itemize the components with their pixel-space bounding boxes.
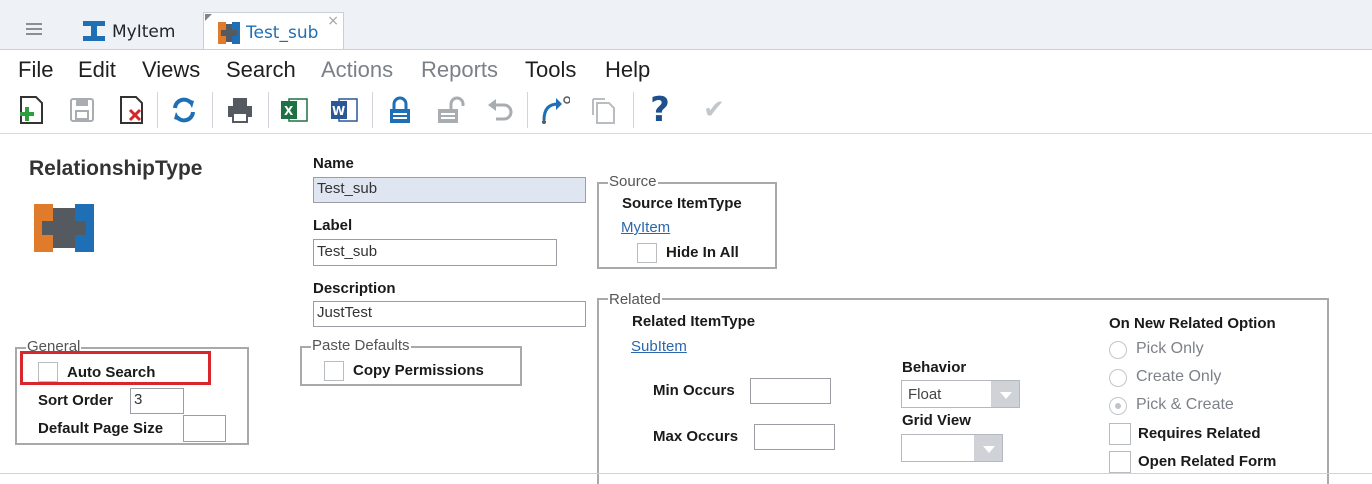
toolbar-separator	[527, 92, 528, 128]
delete-icon[interactable]	[116, 94, 148, 126]
max-occurs-input[interactable]	[754, 424, 835, 450]
label-label: Label	[313, 217, 353, 234]
hamburger-menu-icon[interactable]	[26, 23, 42, 35]
tab-label: Test_sub	[246, 23, 319, 43]
pick-only-radio[interactable]	[1109, 341, 1127, 359]
description-label: Description	[313, 280, 396, 297]
toolbar-separator	[372, 92, 373, 128]
behavior-select[interactable]: Float	[901, 380, 1020, 408]
menu-bar	[0, 50, 1372, 86]
help-glyph: ?	[650, 90, 670, 130]
svg-text:W: W	[332, 104, 345, 118]
default-page-size-label: Default Page Size	[38, 420, 164, 437]
open-related-form-label: Open Related Form	[1138, 453, 1277, 470]
save-icon[interactable]	[66, 94, 98, 126]
svg-text:X: X	[284, 104, 294, 118]
tab-label: MyItem	[112, 22, 176, 42]
lock-icon[interactable]	[384, 94, 416, 126]
auto-search-checkbox[interactable]	[38, 362, 58, 382]
check-glyph: ✔	[703, 95, 725, 125]
menu-tools[interactable]: Tools	[525, 57, 576, 83]
related-itemtype-label: Related ItemType	[632, 313, 756, 330]
hide-in-all-checkbox[interactable]	[637, 243, 657, 263]
toolbar-separator	[633, 92, 634, 128]
toolbar	[0, 87, 1372, 134]
menu-actions[interactable]: Actions	[321, 57, 393, 83]
unlock-icon[interactable]	[434, 94, 466, 126]
word-icon[interactable]: W	[328, 94, 360, 126]
relationshiptype-large-icon	[34, 204, 94, 252]
copy-permissions-checkbox[interactable]	[324, 361, 344, 381]
description-field[interactable]: JustTest	[313, 301, 586, 327]
name-field[interactable]: Test_sub	[313, 177, 586, 203]
pick-and-create-label: Pick & Create	[1136, 396, 1234, 413]
tab-test-sub[interactable]: Test_sub ×	[203, 12, 344, 49]
min-occurs-input[interactable]	[750, 378, 831, 404]
create-only-label: Create Only	[1136, 368, 1222, 385]
source-itemtype-label: Source ItemType	[622, 195, 742, 212]
itemtype-icon	[83, 21, 105, 41]
related-legend: Related	[608, 291, 662, 308]
menu-reports[interactable]: Reports	[421, 57, 498, 83]
behavior-label: Behavior	[902, 359, 967, 376]
max-occurs-label: Max Occurs	[653, 428, 739, 445]
chevron-down-icon[interactable]	[991, 381, 1019, 407]
menu-views[interactable]: Views	[142, 57, 200, 83]
copy-permissions-label: Copy Permissions	[353, 362, 484, 379]
auto-search-label: Auto Search	[67, 364, 156, 381]
menu-search[interactable]: Search	[226, 57, 296, 83]
sort-order-input[interactable]: 3	[130, 388, 184, 414]
grid-view-select[interactable]	[901, 434, 1003, 462]
relationshiptype-icon	[218, 22, 240, 44]
refresh-icon[interactable]	[168, 94, 200, 126]
menu-file[interactable]: File	[18, 57, 53, 83]
tab-myitem[interactable]: MyItem	[70, 12, 200, 49]
duplicate-icon[interactable]	[588, 94, 620, 126]
label-field[interactable]: Test_sub	[313, 239, 557, 266]
toolbar-separator	[157, 92, 158, 128]
source-itemtype-link[interactable]: MyItem	[621, 219, 670, 236]
behavior-value: Float	[908, 386, 942, 403]
pick-and-create-radio[interactable]	[1109, 397, 1127, 415]
print-icon[interactable]	[224, 94, 256, 126]
undo-icon[interactable]	[484, 94, 516, 126]
pick-only-label: Pick Only	[1136, 340, 1204, 357]
name-label: Name	[313, 155, 354, 172]
help-icon[interactable]: ?	[644, 90, 676, 130]
open-related-form-checkbox[interactable]	[1109, 451, 1131, 473]
page-title: RelationshipType	[29, 157, 203, 180]
new-icon[interactable]	[16, 94, 48, 126]
toolbar-separator	[268, 92, 269, 128]
excel-icon[interactable]: X	[278, 94, 310, 126]
bottom-divider	[0, 473, 1372, 474]
toolbar-separator	[212, 92, 213, 128]
min-occurs-label: Min Occurs	[653, 382, 735, 399]
source-legend: Source	[608, 173, 658, 190]
menu-edit[interactable]: Edit	[78, 57, 116, 83]
sort-order-label: Sort Order	[38, 392, 114, 409]
requires-related-label: Requires Related	[1138, 425, 1261, 442]
tab-corner-marker	[205, 14, 212, 21]
paste-defaults-legend: Paste Defaults	[311, 337, 411, 354]
default-page-size-input[interactable]	[183, 415, 226, 442]
done-icon[interactable]: ✔	[698, 94, 730, 126]
create-only-radio[interactable]	[1109, 369, 1127, 387]
chevron-down-icon[interactable]	[974, 435, 1002, 461]
requires-related-checkbox[interactable]	[1109, 423, 1131, 445]
on-new-related-option-label: On New Related Option	[1109, 315, 1276, 332]
hide-in-all-label: Hide In All	[666, 244, 739, 261]
related-itemtype-link[interactable]: SubItem	[631, 338, 687, 355]
menu-help[interactable]: Help	[605, 57, 650, 83]
promote-icon[interactable]	[538, 94, 570, 126]
close-icon[interactable]: ×	[327, 13, 339, 29]
grid-view-label: Grid View	[902, 412, 971, 429]
